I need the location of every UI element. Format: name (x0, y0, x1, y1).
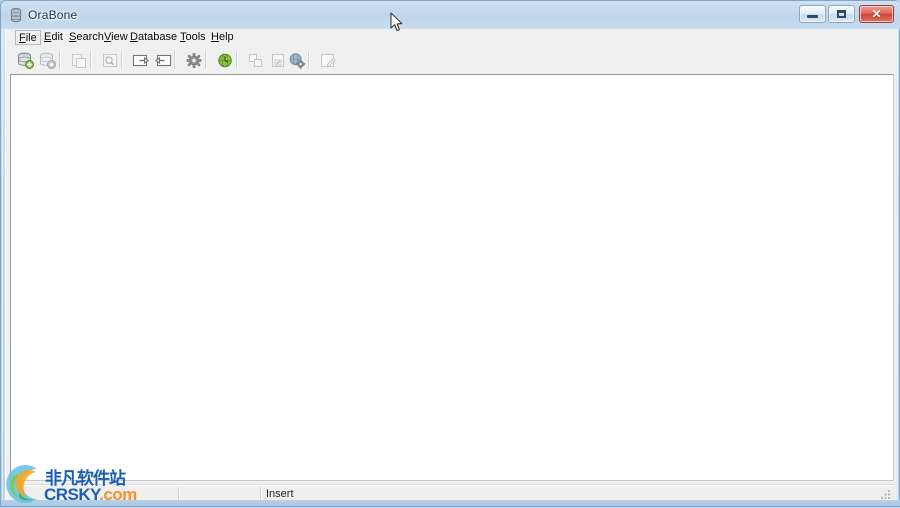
document-edit-icon (321, 54, 336, 68)
toolbar-separator (308, 51, 310, 69)
resize-grip-icon[interactable] (878, 487, 892, 501)
toolbar-separator (59, 51, 61, 69)
database-add-icon (18, 52, 34, 69)
shapes-icon (249, 54, 262, 67)
editor-text-area[interactable] (11, 75, 893, 480)
maximize-icon (829, 6, 854, 22)
close-button[interactable]: ✕ (859, 5, 894, 23)
maximize-button[interactable] (828, 5, 855, 23)
history-button[interactable] (214, 50, 236, 71)
toolbar-separator (236, 51, 238, 69)
menu-item-tools[interactable]: Tools (176, 30, 210, 45)
menu-item-help[interactable]: Help (207, 30, 238, 45)
minimize-icon (800, 6, 825, 22)
export-arrow-icon (132, 54, 149, 67)
globe-clock-icon (218, 53, 232, 68)
editor-panel-frame (10, 74, 894, 481)
settings-button[interactable] (183, 50, 205, 71)
import-button[interactable] (152, 50, 174, 71)
window-title: OraBone (28, 8, 78, 22)
find-document-button[interactable] (99, 50, 121, 71)
globe-gear-icon (289, 53, 306, 69)
disconnect-database-button[interactable] (37, 50, 59, 71)
application-window: OraBone ✕ File Edit Search View Database… (0, 0, 900, 507)
title-bar[interactable]: OraBone ✕ (1, 1, 900, 29)
menu-item-edit[interactable]: Edit (40, 30, 67, 45)
toolbar-separator (90, 51, 92, 69)
new-document-button[interactable] (68, 50, 90, 71)
toolbar-separator (174, 51, 176, 69)
window-client-area: File Edit Search View Database Tools Hel… (5, 29, 898, 504)
objects-button[interactable] (245, 50, 267, 71)
web-settings-button[interactable] (286, 50, 308, 71)
document-search-icon (103, 54, 117, 67)
menu-item-database[interactable]: Database (126, 30, 181, 45)
connect-database-button[interactable] (15, 50, 37, 71)
menu-bar: File Edit Search View Database Tools Hel… (6, 29, 898, 47)
minimize-button[interactable] (799, 5, 826, 23)
gear-icon (186, 53, 202, 68)
edit-note-button[interactable] (317, 50, 339, 71)
close-icon: ✕ (871, 7, 882, 21)
window-bottom-edge (1, 500, 900, 506)
menu-item-file[interactable]: File (15, 30, 41, 45)
import-arrow-icon (155, 54, 172, 67)
export-button[interactable] (130, 50, 152, 71)
toolbar (6, 47, 898, 73)
database-remove-icon (40, 52, 56, 69)
toolbar-separator (121, 51, 123, 69)
database-icon (9, 8, 23, 23)
document-new-icon (72, 54, 86, 68)
toolbar-separator (205, 51, 207, 69)
